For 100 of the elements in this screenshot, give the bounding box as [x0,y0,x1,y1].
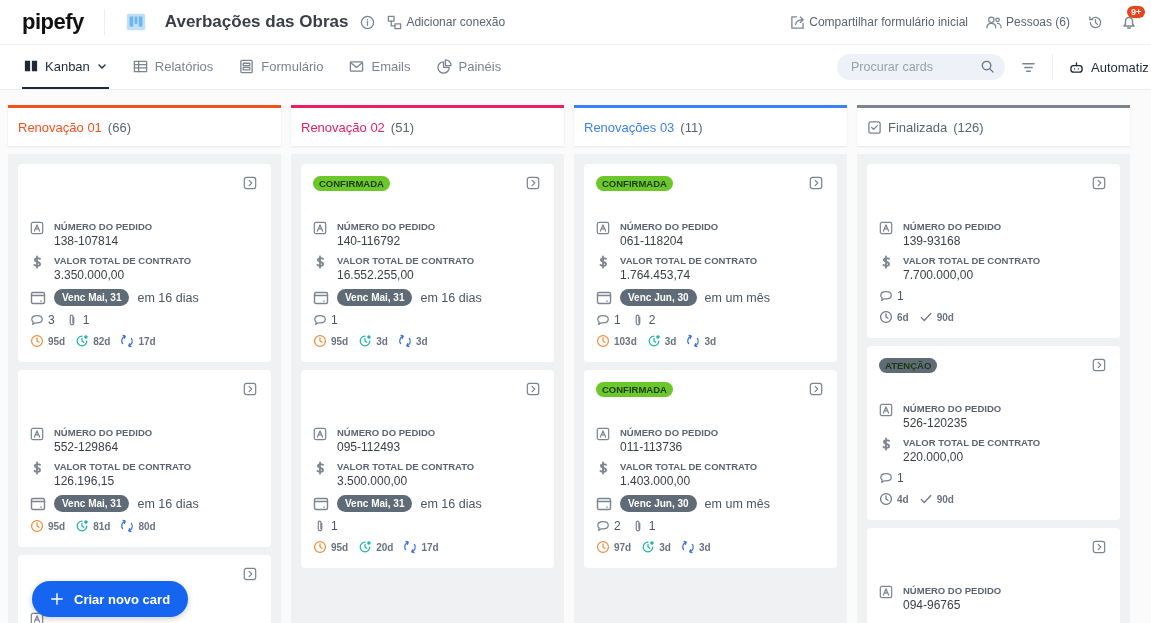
text-field-icon [313,427,327,441]
time-value: 80d [138,520,156,532]
column-title: Renovação 02 [301,119,385,135]
create-card-button[interactable]: Criar novo card [32,581,189,617]
field-label: VALOR TOTAL DE CONTRATO [54,461,192,472]
field-label: NÚMERO DO PEDIDO [903,585,1002,596]
people-link[interactable]: Pessoas (6) [985,14,1070,30]
info-icon[interactable] [360,14,376,30]
bell-icon[interactable] [1121,14,1137,30]
field-value: 3.350.000,00 [54,268,126,282]
comment-icon [879,471,893,485]
due-date-badge: Venc Mai, 31 [337,289,413,306]
time-value: 95d [48,335,66,347]
clock-icon [596,540,610,554]
time-value: 3d [664,335,677,347]
tab[interactable]: Relatórios [130,45,216,89]
open-card-icon[interactable] [1092,176,1106,190]
time-value: 3d [704,335,717,347]
open-card-icon[interactable] [526,176,540,190]
comment-count: 1 [331,313,338,327]
due-date-badge: Venc Jun, 30 [620,495,697,512]
time-value: 3d [415,335,428,347]
clock-icon [646,334,661,348]
calendar-icon [596,495,612,512]
open-card-icon[interactable] [243,382,257,396]
open-card-icon[interactable] [809,382,823,396]
text-field-icon [879,221,893,235]
time-value: 20d [376,541,394,553]
field-value: 220.000,00 [903,450,965,464]
field-label: VALOR TOTAL DE CONTRATO [620,461,758,472]
comment-count: 3 [48,313,55,327]
card[interactable]: CONFIRMADA NÚMERO DO PEDIDO 011-113736 VALOR TOTAL DE CONTRATO 1.403.000,00 Venc Jun, 30 em um mês 2 1 97d 3d 3d [584,370,837,568]
comment-count: 2 [614,519,621,533]
field-label: VALOR TOTAL DE CONTRATO [620,255,758,266]
notification-badge: 9+ [1127,6,1146,18]
field-value: 138-107814 [54,234,120,248]
field-value: 552-129864 [54,440,120,454]
field-value: 3.500.000,00 [337,474,409,488]
text-field-icon [30,427,44,441]
field-value: 140-116792 [337,234,402,248]
attachment-count: 1 [648,519,656,533]
open-card-icon[interactable] [1092,358,1106,372]
field-value: 011-113736 [620,440,684,454]
search-icon [980,59,995,74]
chart-icon [436,58,452,74]
time-value: 4d [897,493,909,505]
logo[interactable]: pipefy [22,9,84,35]
card[interactable]: NÚMERO DO PEDIDO 139-93168 VALOR TOTAL DE CONTRATO 7.700.000,00 1 6d 90d [867,164,1120,338]
open-card-icon[interactable] [243,176,257,190]
clock-icon [313,334,327,348]
field-label: NÚMERO DO PEDIDO [337,427,436,438]
field-value: 126.196,15 [54,474,116,488]
card[interactable]: NÚMERO DO PEDIDO 094-96765 [867,528,1120,623]
due-relative-text: em um mês [704,290,770,305]
comment-count: 1 [614,313,621,327]
card[interactable]: NÚMERO DO PEDIDO 138-107814 VALOR TOTAL DE CONTRATO 3.350.000,00 Venc Mai, 31 em 16 dias 3 1 95d 82d 17d [18,164,271,362]
column-title: Renovação 01 [18,119,102,135]
field-value: 7.700.000,00 [903,268,975,282]
time-value: 82d [93,335,111,347]
card[interactable]: CONFIRMADA NÚMERO DO PEDIDO 061-118204 VALOR TOTAL DE CONTRATO 1.764.453,74 Venc Jun, 30 em um mês 1 2 103d 3d 3d [584,164,837,362]
comment-icon [879,289,893,303]
search-field[interactable]: Procurar cards [837,54,1005,80]
refresh-icon [680,540,695,554]
status-tag: CONFIRMADA [596,382,673,397]
time-value: 90d [936,311,954,323]
plus-icon [50,592,64,606]
card[interactable]: NÚMERO DO PEDIDO 095-112493 VALOR TOTAL DE CONTRATO 3.500.000,00 Venc Mai, 31 em 16 dias 1 95d 20d 17d [301,370,554,568]
refresh-icon [120,519,135,533]
calendar-icon [313,289,329,306]
field-value: 1.403.000,00 [620,474,692,488]
time-value: 97d [614,541,632,553]
card[interactable]: CONFIRMADA NÚMERO DO PEDIDO 140-116792 VALOR TOTAL DE CONTRATO 16.552.255,00 Venc Mai, 31 em 16 dias 1 95d 3d 3d [301,164,554,362]
share-form-link[interactable]: Compartilhar formulário inicial [790,14,968,30]
due-relative-text: em 16 dias [137,496,199,511]
tab[interactable]: Painéis [434,45,504,89]
refresh-icon [397,334,412,348]
field-label: NÚMERO DO PEDIDO [620,427,719,438]
open-card-icon[interactable] [809,176,823,190]
automations-button[interactable]: Automatiz [1069,59,1151,75]
history-icon[interactable] [1088,14,1103,30]
clock-icon [313,540,327,554]
time-value: 17d [138,335,156,347]
add-connection-link[interactable]: Adicionar conexão [387,14,506,30]
refresh-icon [686,334,701,348]
comment-icon [596,519,610,533]
open-card-icon[interactable] [243,567,257,581]
card[interactable]: NÚMERO DO PEDIDO 552-129864 VALOR TOTAL DE CONTRATO 126.196,15 Venc Mai, 31 em 16 dias 95d 81d 80d [18,370,271,547]
tab[interactable]: Formulário [237,45,326,89]
mail-icon [349,58,365,74]
due-relative-text: em 16 dias [420,290,482,305]
open-card-icon[interactable] [1092,540,1106,554]
pipe-title: Averbações das Obras [164,12,349,32]
calendar-icon [30,289,46,306]
kanban-icon [24,59,38,73]
attachment-count: 1 [331,519,338,533]
card-count: (66) [107,119,131,135]
open-card-icon[interactable] [526,382,540,396]
time-value: 103d [614,335,637,347]
card[interactable]: ATENÇÃO NÚMERO DO PEDIDO 526-120235 VALOR TOTAL DE CONTRATO 220.000,00 1 4d 90d [867,346,1120,520]
tab[interactable]: Emails [347,45,413,89]
